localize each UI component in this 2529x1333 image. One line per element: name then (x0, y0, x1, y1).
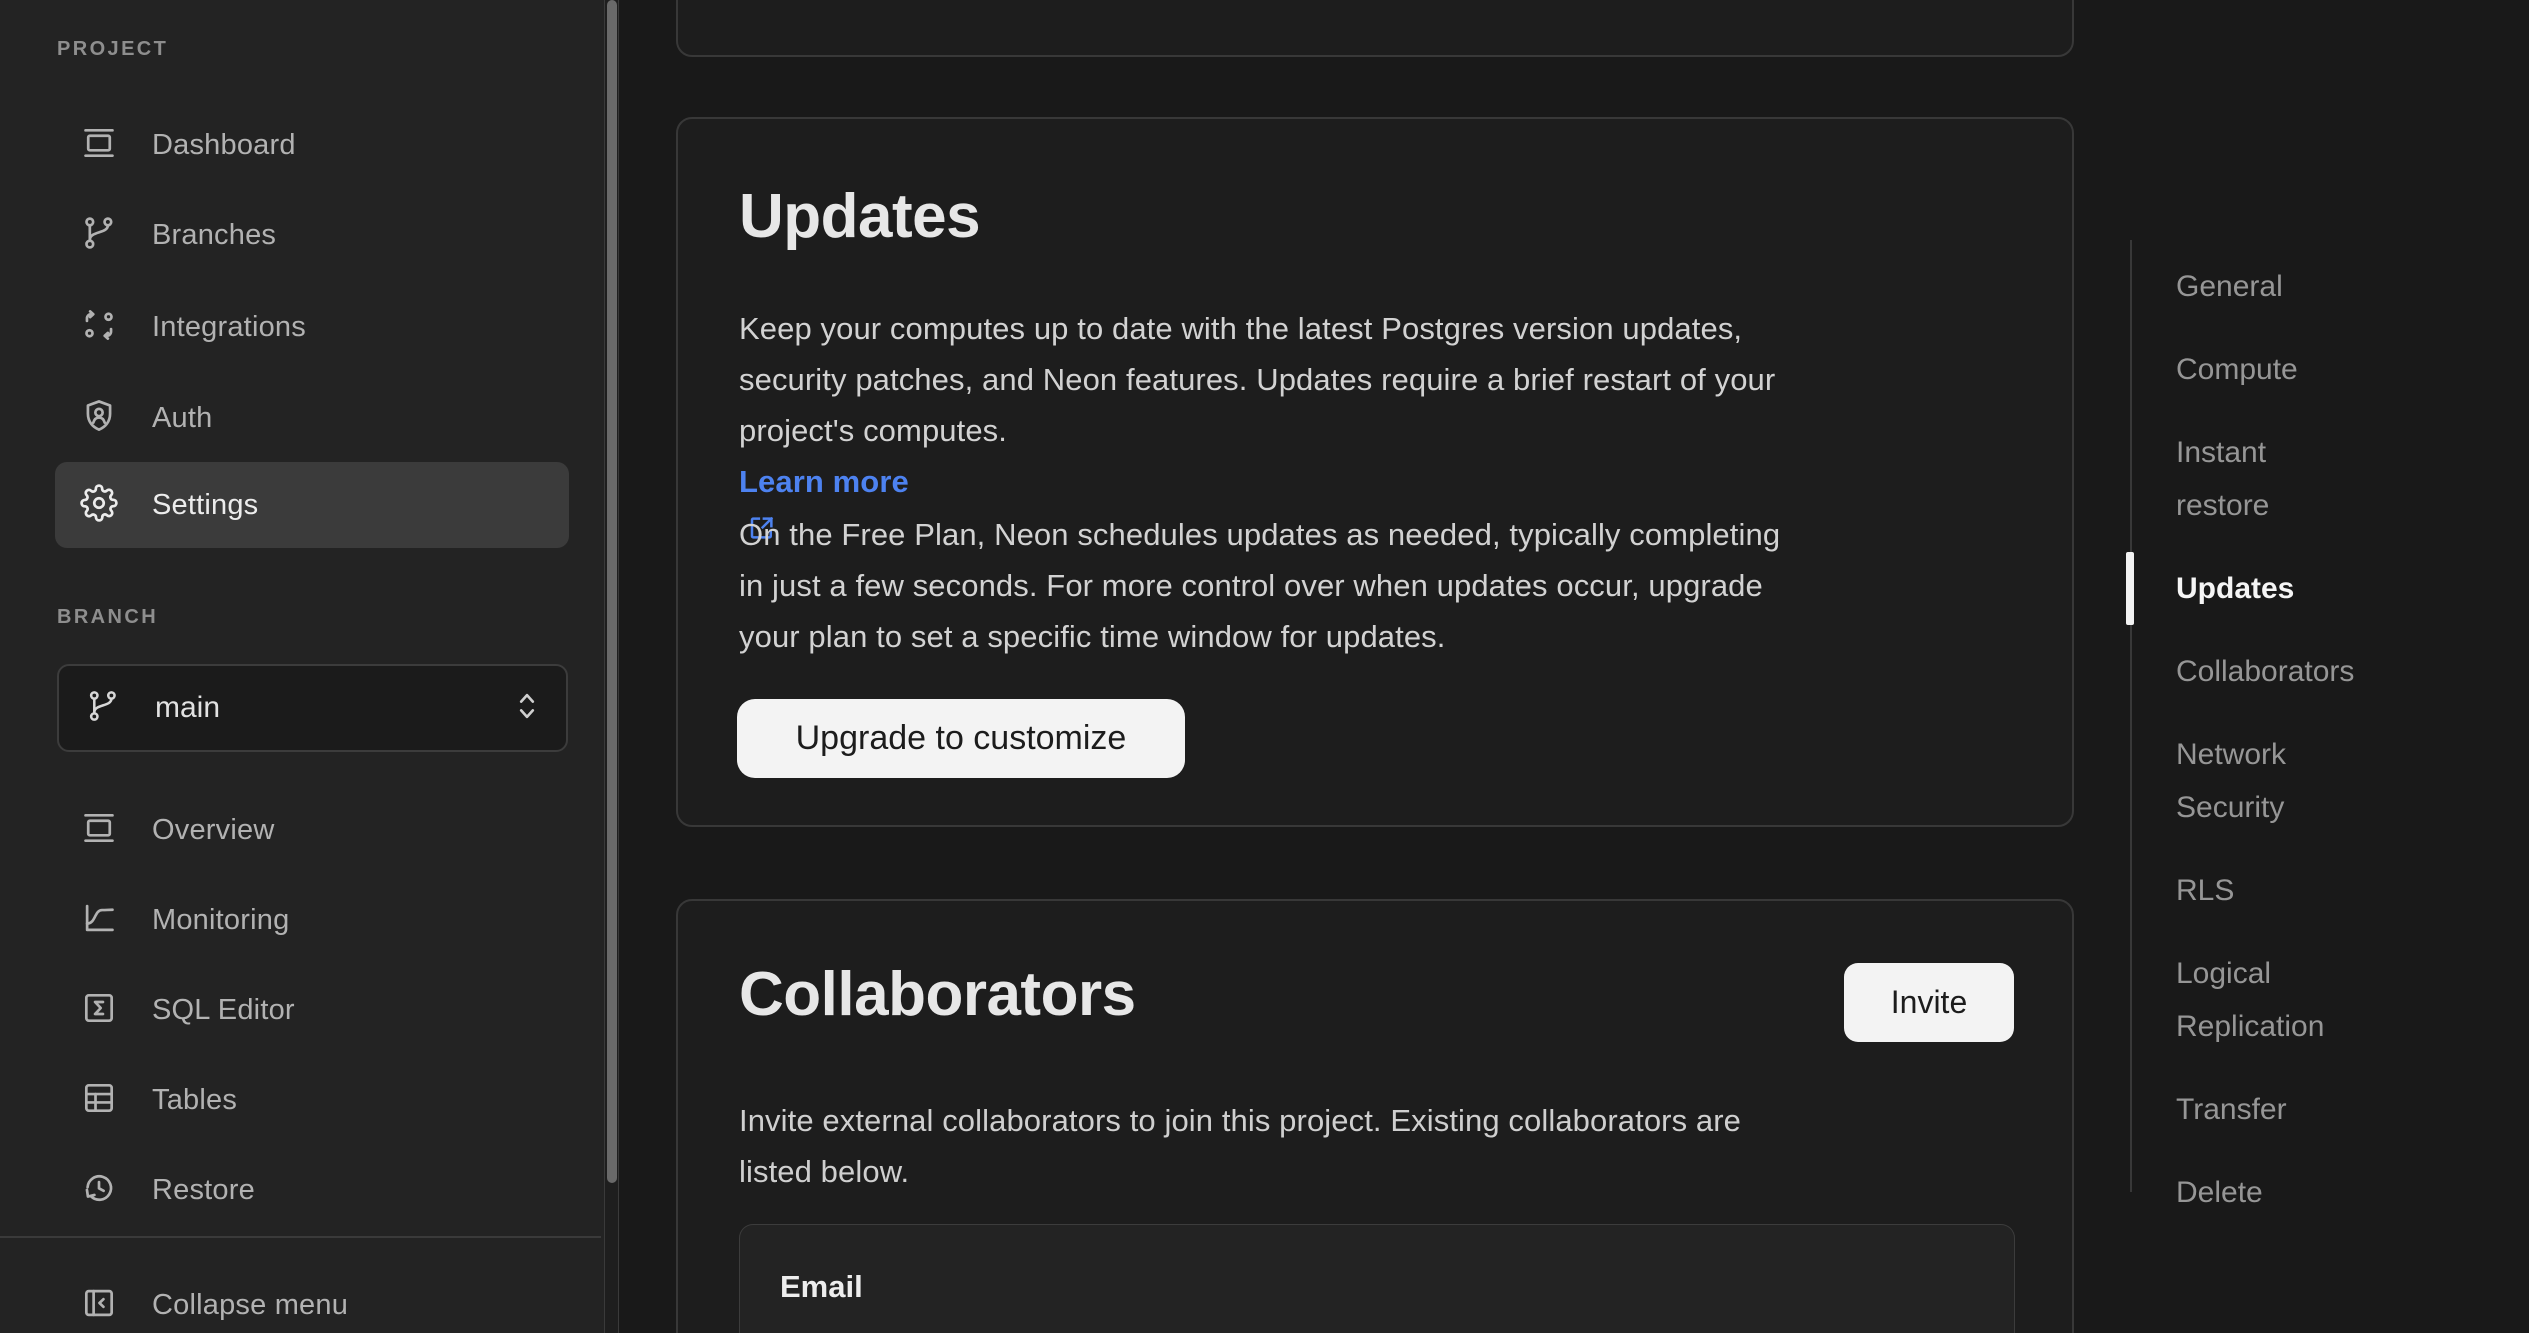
sidebar-item-tables[interactable]: Tables (55, 1057, 569, 1143)
updates-description-line: project's computes. (739, 405, 2039, 456)
integrations-icon (80, 306, 118, 349)
learn-more-link[interactable]: Learn more (739, 464, 909, 499)
nav-item-logical-replication[interactable]: Logical Replication (2176, 947, 2351, 1053)
sidebar-item-auth[interactable]: Auth (55, 375, 569, 461)
collaborators-table: Email (739, 1224, 2015, 1333)
updates-description-line: security patches, and Neon features. Upd… (739, 354, 2039, 405)
sidebar-item-label: Restore (152, 1174, 255, 1207)
sidebar-item-label: Overview (152, 814, 274, 847)
updates-note-line: in just a few seconds. For more control … (739, 560, 2039, 611)
sidebar-item-label: Monitoring (152, 904, 289, 937)
sql-editor-icon (80, 989, 118, 1032)
sidebar-item-overview[interactable]: Overview (55, 787, 569, 873)
branch-icon (85, 688, 121, 729)
monitoring-icon (80, 899, 118, 942)
collaborators-card: Collaborators Invite Invite external col… (676, 899, 2074, 1333)
sidebar-item-label: SQL Editor (152, 994, 295, 1027)
project-section-label: PROJECT (57, 38, 168, 61)
nav-item-instant-restore[interactable]: Instant restore (2176, 426, 2351, 532)
previous-settings-card-partial (676, 0, 2074, 57)
upgrade-to-customize-button[interactable]: Upgrade to customize (737, 699, 1185, 778)
collaborators-description: Invite external collaborators to join th… (739, 1095, 2039, 1197)
sidebar-item-restore[interactable]: Restore (55, 1147, 569, 1233)
tables-icon (80, 1079, 118, 1122)
updates-description-line: Keep your computes up to date with the l… (739, 303, 2039, 354)
sidebar-scrollbar-track[interactable] (604, 0, 619, 1333)
updates-card-title: Updates (739, 185, 980, 249)
branch-section-label: BRANCH (57, 606, 158, 629)
nav-item-rls[interactable]: RLS (2176, 864, 2351, 917)
nav-item-network-security[interactable]: Network Security (2176, 728, 2351, 834)
sidebar-item-settings[interactable]: Settings (55, 462, 569, 548)
branch-selector[interactable]: main (57, 664, 568, 752)
sidebar-item-label: Tables (152, 1084, 237, 1117)
invite-button[interactable]: Invite (1844, 963, 2014, 1042)
nav-item-delete[interactable]: Delete (2176, 1166, 2351, 1219)
sidebar-item-integrations[interactable]: Integrations (55, 284, 569, 370)
collaborators-description-line: Invite external collaborators to join th… (739, 1095, 2039, 1146)
updates-note-line: On the Free Plan, Neon schedules updates… (739, 509, 2039, 560)
collapse-panel-icon (80, 1284, 118, 1327)
sidebar-divider (0, 1236, 601, 1238)
collapse-menu-button[interactable]: Collapse menu (55, 1262, 569, 1333)
sidebar-item-label: Auth (152, 402, 212, 435)
sidebar-item-label: Dashboard (152, 129, 296, 162)
email-column-header: Email (780, 1269, 863, 1305)
sidebar: PROJECT Dashboard Branches (0, 0, 604, 1333)
updates-free-plan-note: On the Free Plan, Neon schedules updates… (739, 509, 2039, 662)
sidebar-item-branches[interactable]: Branches (55, 192, 569, 278)
sidebar-item-monitoring[interactable]: Monitoring (55, 877, 569, 963)
overview-icon (80, 809, 118, 852)
updates-card: Updates Keep your computes up to date wi… (676, 117, 2074, 827)
auth-shield-icon (80, 397, 118, 440)
neon-console-settings-page: PROJECT Dashboard Branches (0, 0, 2529, 1333)
chevron-up-down-icon (514, 690, 540, 727)
sidebar-item-label: Branches (152, 219, 276, 252)
sidebar-item-label: Integrations (152, 311, 306, 344)
collaborators-description-line: listed below. (739, 1146, 2039, 1197)
collaborators-card-title: Collaborators (739, 963, 1136, 1027)
updates-note-line: your plan to set a specific time window … (739, 611, 2039, 662)
gear-icon (80, 484, 118, 527)
collapse-menu-label: Collapse menu (152, 1289, 348, 1322)
nav-item-collaborators[interactable]: Collaborators (2176, 645, 2351, 698)
sidebar-scrollbar-thumb[interactable] (607, 0, 617, 1183)
nav-item-updates[interactable]: Updates (2176, 562, 2351, 615)
nav-item-general[interactable]: General (2176, 260, 2351, 313)
restore-history-icon (80, 1169, 118, 1212)
dashboard-icon (80, 124, 118, 167)
sidebar-item-label: Settings (152, 489, 258, 522)
branch-icon (80, 214, 118, 257)
nav-item-transfer[interactable]: Transfer (2176, 1083, 2351, 1136)
branch-selector-value: main (155, 691, 220, 725)
sidebar-item-sql-editor[interactable]: SQL Editor (55, 967, 569, 1053)
settings-section-nav: General Compute Instant restore Updates … (2130, 240, 2525, 1192)
nav-item-compute[interactable]: Compute (2176, 343, 2351, 396)
sidebar-item-dashboard[interactable]: Dashboard (55, 102, 569, 188)
